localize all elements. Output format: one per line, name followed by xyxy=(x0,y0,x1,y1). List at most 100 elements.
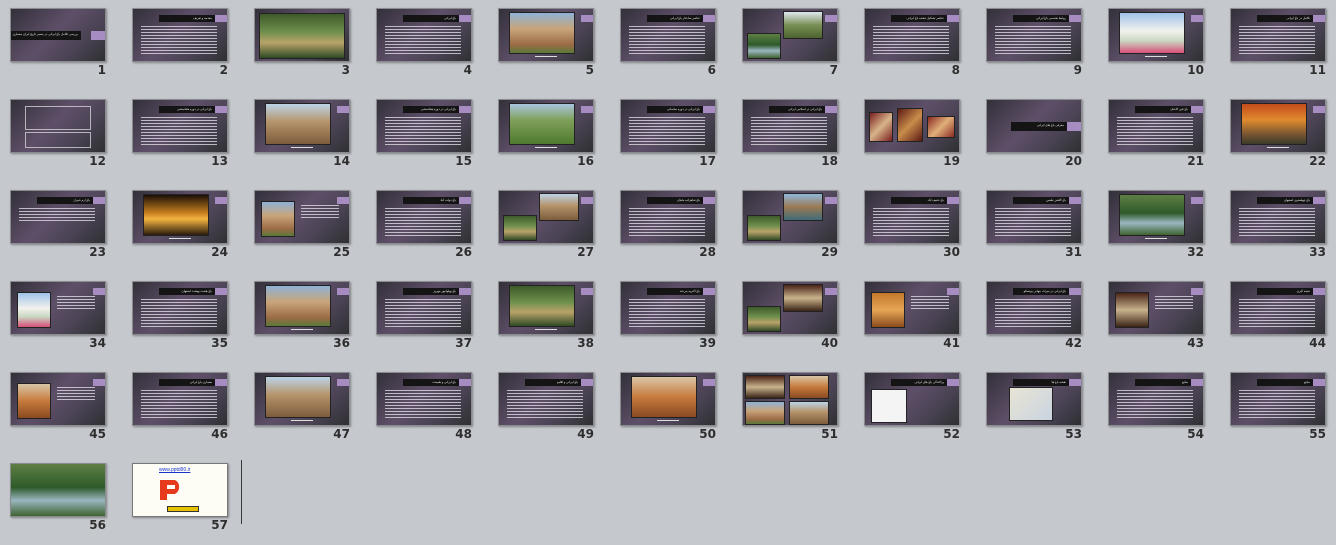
slide-thumbnail[interactable]: باغ پهلوانپور مهریز 37 xyxy=(366,273,488,359)
slide-preview[interactable]: باغ شاهزاده ماهان xyxy=(620,190,716,244)
slide-thumbnail[interactable]: باغ ایرانی در اسلامی ایرانی 18 xyxy=(732,91,854,177)
slide-preview[interactable]: مقدمه و تعریف xyxy=(132,8,228,62)
slide-preview[interactable]: تکامل در باغ ایرانی xyxy=(1230,8,1326,62)
slide-preview[interactable]: باغ دولت آباد xyxy=(376,190,472,244)
slide-preview[interactable]: پراکندگی باغ های ایرانی xyxy=(864,372,960,426)
slide-thumbnail[interactable]: معرفی باغ های ایرانی 20 xyxy=(976,91,1098,177)
slide-thumbnail[interactable]: 43 xyxy=(1098,273,1220,359)
promo-link[interactable]: www.pptd90.ir xyxy=(159,467,190,473)
slide-preview[interactable] xyxy=(620,372,716,426)
slide-preview[interactable]: منابع xyxy=(1108,372,1204,426)
slide-preview[interactable]: باغ ارم شیراز xyxy=(10,190,106,244)
slide-thumbnail[interactable]: پراکندگی باغ های ایرانی 52 xyxy=(854,364,976,450)
slide-thumbnail[interactable]: 40 xyxy=(732,273,854,359)
slide-preview[interactable]: باغ اکبریه بیرجند xyxy=(620,281,716,335)
slide-preview[interactable] xyxy=(10,281,106,335)
slide-thumbnail[interactable]: 22 xyxy=(1220,91,1336,177)
slide-thumbnail[interactable]: 51 xyxy=(732,364,854,450)
slide-preview[interactable] xyxy=(498,99,594,153)
slide-thumbnail[interactable]: باغ ایرانی در دوره هخامنشی 15 xyxy=(366,91,488,177)
slide-preview[interactable] xyxy=(132,190,228,244)
slide-preview[interactable]: نقشه باغ ها xyxy=(986,372,1082,426)
slide-thumbnail[interactable]: 3 xyxy=(244,0,366,86)
slide-preview[interactable] xyxy=(10,99,106,153)
slide-preview[interactable]: عناصر تشکیل دهنده باغ ایرانی xyxy=(864,8,960,62)
slide-thumbnail[interactable]: باغ گلشن طبس 31 xyxy=(976,182,1098,268)
slide-thumbnail[interactable]: www.pptd90.ir 57 xyxy=(122,455,244,541)
slide-thumbnail[interactable]: 50 xyxy=(610,364,732,450)
slide-preview[interactable] xyxy=(742,190,838,244)
slide-preview[interactable]: معماری باغ ایرانی xyxy=(132,372,228,426)
slide-thumbnail[interactable]: باغ ایرانی و طبیعت 48 xyxy=(366,364,488,450)
slide-thumbnail[interactable]: 29 xyxy=(732,182,854,268)
slide-thumbnail[interactable]: 16 xyxy=(488,91,610,177)
slide-thumbnail[interactable]: 10 xyxy=(1098,0,1220,86)
slide-preview[interactable] xyxy=(864,281,960,335)
slide-thumbnail[interactable]: 12 xyxy=(0,91,122,177)
slide-preview[interactable] xyxy=(10,463,106,517)
slide-preview[interactable]: روابط هندسی باغ ایرانی xyxy=(986,8,1082,62)
slide-thumbnail[interactable]: 14 xyxy=(244,91,366,177)
slide-thumbnail[interactable]: 7 xyxy=(732,0,854,86)
slide-thumbnail[interactable]: عناصر ساختار باغ ایرانی 6 xyxy=(610,0,732,86)
slide-preview[interactable] xyxy=(498,190,594,244)
slide-thumbnail[interactable]: 47 xyxy=(244,364,366,450)
slide-preview[interactable]: نتیجه گیری xyxy=(1230,281,1326,335)
slide-preview[interactable]: باغ هشت بهشت اصفهان xyxy=(132,281,228,335)
slide-preview[interactable] xyxy=(254,372,350,426)
slide-preview[interactable]: باغ ایرانی در اسلامی ایرانی xyxy=(742,99,838,153)
slide-thumbnail[interactable]: بررسی تکامل باغ ایرانی در مسیر تاریخ ایر… xyxy=(0,0,122,86)
slide-preview[interactable] xyxy=(498,8,594,62)
slide-thumbnail[interactable]: باغ اکبریه بیرجند 39 xyxy=(610,273,732,359)
slide-thumbnail[interactable]: روابط هندسی باغ ایرانی 9 xyxy=(976,0,1098,86)
slide-thumbnail[interactable]: باغ عفیف آباد 30 xyxy=(854,182,976,268)
slide-thumbnail[interactable]: باغ فین کاشان 21 xyxy=(1098,91,1220,177)
slide-preview[interactable] xyxy=(254,99,350,153)
slide-preview[interactable]: باغ ایرانی و طبیعت xyxy=(376,372,472,426)
slide-thumbnail[interactable]: باغ ارم شیراز 23 xyxy=(0,182,122,268)
slide-preview[interactable]: باغ ایرانی و اقلیم xyxy=(498,372,594,426)
slide-thumbnail[interactable]: باغ ایرانی و اقلیم 49 xyxy=(488,364,610,450)
slide-thumbnail[interactable]: 38 xyxy=(488,273,610,359)
slide-thumbnail[interactable]: باغ دولت آباد 26 xyxy=(366,182,488,268)
slide-preview[interactable] xyxy=(742,281,838,335)
slide-thumbnail[interactable]: مقدمه و تعریف 2 xyxy=(122,0,244,86)
slide-thumbnail[interactable]: باغ ایرانی در دوره هخامنشی 13 xyxy=(122,91,244,177)
slide-thumbnail[interactable]: باغ چهلستون اصفهان 33 xyxy=(1220,182,1336,268)
slide-preview[interactable]: باغ فین کاشان xyxy=(1108,99,1204,153)
slide-preview[interactable] xyxy=(1108,190,1204,244)
slide-thumbnail[interactable]: باغ ایرانی 4 xyxy=(366,0,488,86)
slide-preview[interactable]: باغ ایرانی در دوره ساسانی xyxy=(620,99,716,153)
slide-preview[interactable]: باغ ایرانی در دوره هخامنشی xyxy=(132,99,228,153)
slide-preview[interactable] xyxy=(254,190,350,244)
slide-thumbnail[interactable]: نتیجه گیری 44 xyxy=(1220,273,1336,359)
slide-thumbnail[interactable]: باغ شاهزاده ماهان 28 xyxy=(610,182,732,268)
slide-preview[interactable]: باغ پهلوانپور مهریز xyxy=(376,281,472,335)
slide-thumbnail[interactable]: 24 xyxy=(122,182,244,268)
slide-preview[interactable]: عناصر ساختار باغ ایرانی xyxy=(620,8,716,62)
slide-thumbnail[interactable]: 45 xyxy=(0,364,122,450)
slide-thumbnail[interactable]: 27 xyxy=(488,182,610,268)
slide-preview[interactable]: معرفی باغ های ایرانی xyxy=(986,99,1082,153)
slide-thumbnail[interactable]: 19 xyxy=(854,91,976,177)
slide-preview[interactable] xyxy=(1230,99,1326,153)
slide-thumbnail[interactable]: 56 xyxy=(0,455,122,541)
slide-preview[interactable]: باغ چهلستون اصفهان xyxy=(1230,190,1326,244)
slide-thumbnail[interactable]: 34 xyxy=(0,273,122,359)
slide-thumbnail[interactable]: 41 xyxy=(854,273,976,359)
slide-preview[interactable] xyxy=(1108,8,1204,62)
slide-thumbnail[interactable]: 25 xyxy=(244,182,366,268)
slide-thumbnail[interactable]: باغ ایرانی در میراث جهانی یونسکو 42 xyxy=(976,273,1098,359)
slide-thumbnail[interactable]: باغ ایرانی در دوره ساسانی 17 xyxy=(610,91,732,177)
slide-preview[interactable]: باغ ایرانی xyxy=(376,8,472,62)
slide-thumbnail[interactable]: تکامل در باغ ایرانی 11 xyxy=(1220,0,1336,86)
slide-thumbnail[interactable]: باغ هشت بهشت اصفهان 35 xyxy=(122,273,244,359)
slide-preview[interactable]: www.pptd90.ir xyxy=(132,463,228,517)
slide-thumbnail[interactable]: عناصر تشکیل دهنده باغ ایرانی 8 xyxy=(854,0,976,86)
slide-thumbnail[interactable]: منابع 54 xyxy=(1098,364,1220,450)
slide-preview[interactable] xyxy=(742,8,838,62)
slide-thumbnail[interactable]: نقشه باغ ها 53 xyxy=(976,364,1098,450)
slide-preview[interactable] xyxy=(254,281,350,335)
slide-preview[interactable] xyxy=(864,99,960,153)
slide-thumbnail[interactable]: معماری باغ ایرانی 46 xyxy=(122,364,244,450)
